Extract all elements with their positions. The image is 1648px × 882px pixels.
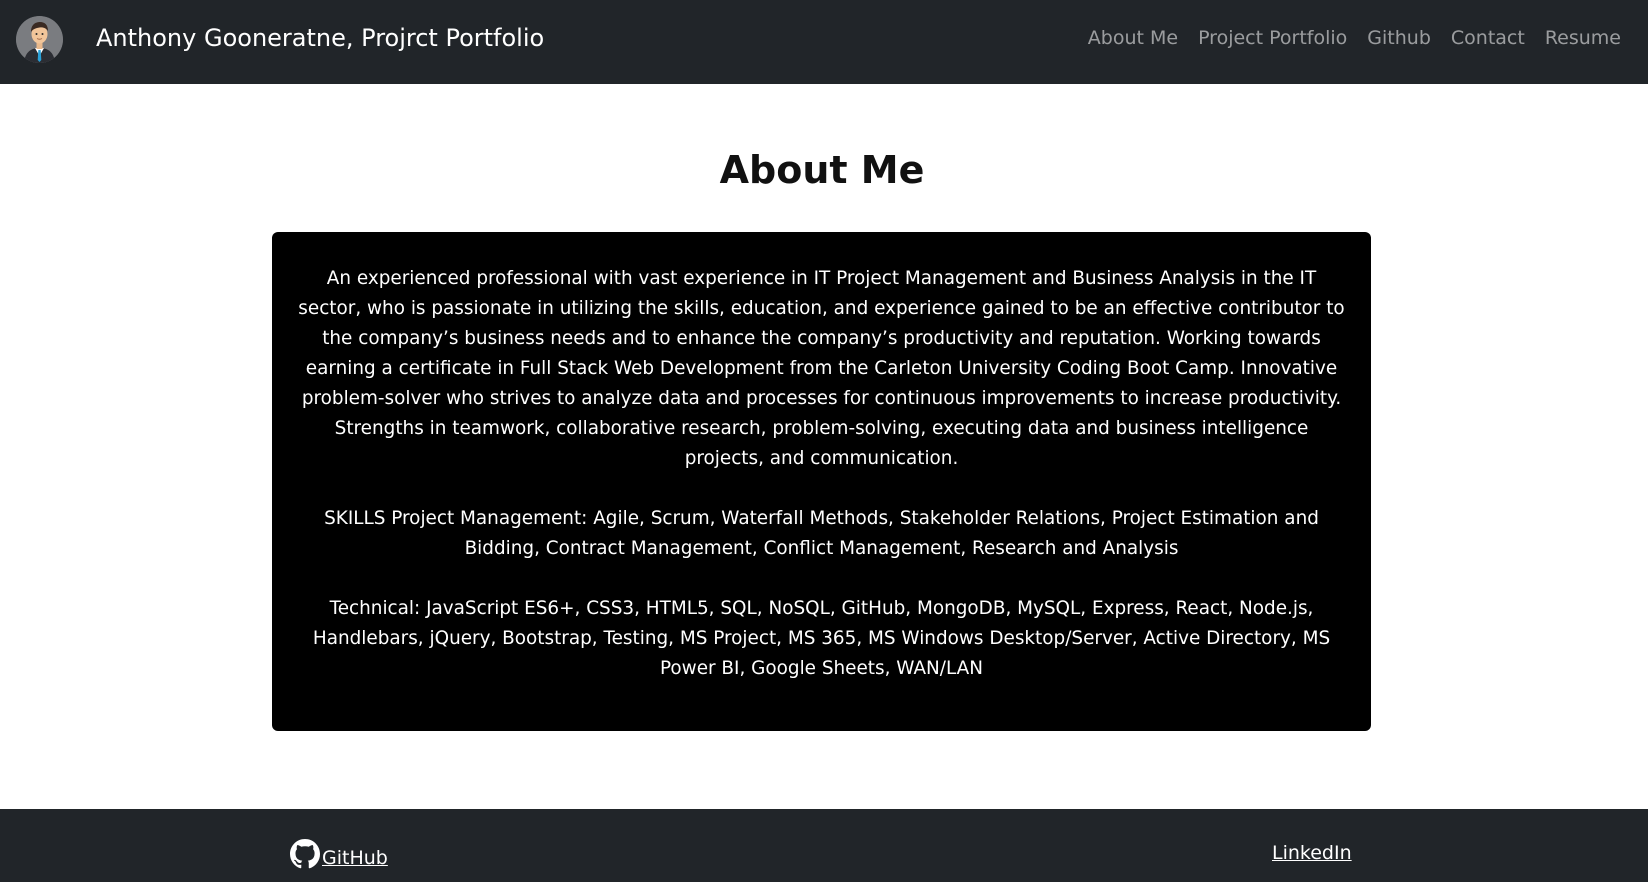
nav-link-github[interactable]: Github <box>1367 24 1431 52</box>
footer-linkedin-link[interactable]: LinkedIn <box>1272 839 1352 867</box>
footer-github-link[interactable]: GitHub <box>290 839 388 877</box>
footer: GitHub LinkedIn <box>0 809 1648 882</box>
skills-paragraph: SKILLS Project Management: Agile, Scrum,… <box>324 508 1319 559</box>
top-navbar: Anthony Gooneratne, Projrct Portfolio Ab… <box>0 0 1648 84</box>
navbar-brand[interactable]: Anthony Gooneratne, Projrct Portfolio <box>96 22 544 54</box>
github-icon <box>290 839 322 877</box>
nav-link-resume[interactable]: Resume <box>1545 24 1621 52</box>
nav-link-contact[interactable]: Contact <box>1451 24 1525 52</box>
about-summary-paragraph: An experienced professional with vast ex… <box>298 268 1345 469</box>
nav-link-project-portfolio[interactable]: Project Portfolio <box>1198 24 1347 52</box>
page-title: About Me <box>719 148 925 192</box>
nav-link-about-me[interactable]: About Me <box>1088 24 1178 52</box>
footer-github-label: GitHub <box>322 847 388 869</box>
technical-skills-paragraph: Technical: JavaScript ES6+, CSS3, HTML5,… <box>312 598 1331 679</box>
avatar-icon[interactable] <box>16 16 63 63</box>
nav-links: About Me Project Portfolio Github Contac… <box>1088 24 1621 52</box>
about-card: An experienced professional with vast ex… <box>272 232 1371 731</box>
